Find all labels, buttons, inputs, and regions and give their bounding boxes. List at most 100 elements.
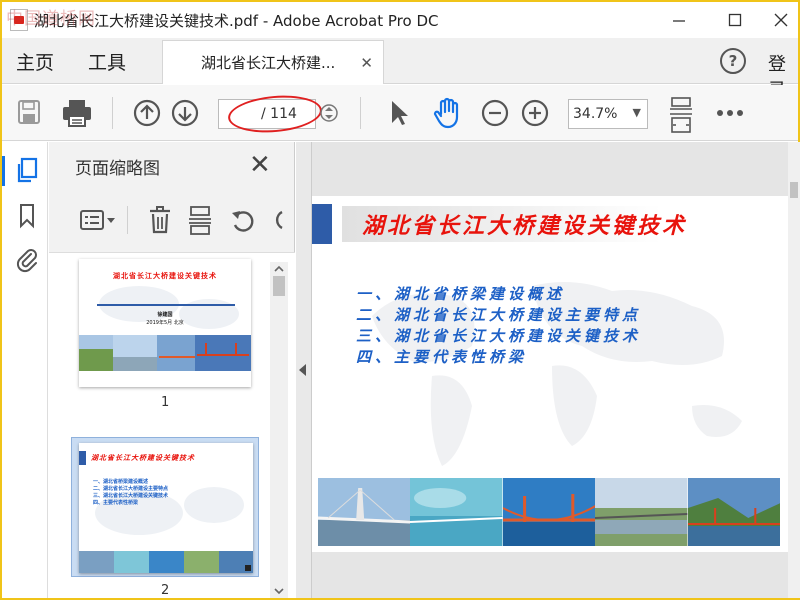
thumbnail-2-number: 2 (161, 583, 170, 598)
slide-bullets: 一、湖北省桥梁建设概述 二、湖北省长江大桥建设主要特点 三、湖北省长江大桥建设关… (356, 284, 641, 368)
thumbnail-panel: 页面缩略图 ✕ 湖北省长江大桥建设关键技术 徐建国 2019年5月 北京 1 湖… (49, 142, 295, 598)
page-thumbnail-2[interactable]: 湖北省长江大桥建设关键技术 一、湖北省桥梁建设概述 二、湖北省长江大桥建设主要特… (79, 443, 253, 573)
close-icon (774, 13, 788, 27)
slide-title-marker (312, 204, 332, 244)
thumb-2-item: 二、湖北省长江大桥建设主要特点 (93, 486, 169, 492)
slide-title: 湖北省长江大桥建设关键技术 (362, 213, 688, 239)
bookmarks-nav[interactable] (16, 202, 38, 230)
more-icon (717, 110, 743, 116)
select-tool-button[interactable] (386, 98, 412, 128)
thumb-2-item: 四、主要代表性桥梁 (93, 500, 139, 506)
zoom-out-button[interactable] (480, 98, 510, 128)
panel-close-icon[interactable]: ✕ (249, 150, 271, 180)
arrow-up-circle-icon (133, 99, 161, 127)
toolbar-separator (360, 97, 361, 129)
thumbnails-list: 湖北省长江大桥建设关键技术 徐建国 2019年5月 北京 1 湖北省长江大桥建设… (49, 252, 295, 598)
page-total: / 114 (261, 106, 297, 122)
save-icon (18, 100, 40, 124)
bridge-photo (502, 478, 596, 546)
bridge-photo (595, 478, 688, 546)
rotate-icon (232, 211, 254, 232)
extract-icon (189, 206, 211, 235)
document-tab-label: 湖北省长江大桥建... (201, 54, 336, 72)
document-scrollbar[interactable] (788, 142, 800, 598)
extract-page-button[interactable] (187, 204, 213, 236)
more-tools-button[interactable] (714, 103, 746, 123)
document-scrollbar-thumb[interactable] (790, 182, 798, 198)
page-number-box: / 114 (218, 99, 316, 129)
page-number-input[interactable] (223, 104, 257, 124)
thumb-2-item: 一、湖北省桥梁建设概述 (93, 479, 149, 485)
thumb-1-date: 2019年5月 北京 (146, 320, 184, 326)
zoom-in-button[interactable] (520, 98, 550, 128)
scrollbar-thumb[interactable] (273, 276, 285, 296)
attachments-nav[interactable] (14, 246, 40, 274)
tab-close-icon[interactable]: ✕ (360, 54, 373, 72)
bridge-photo (410, 478, 503, 546)
thumb-2-item: 三、湖北省长江大桥建设关键技术 (93, 493, 169, 499)
maximize-button[interactable] (722, 8, 748, 32)
menu-tools[interactable]: 工具 (88, 48, 126, 75)
thumbnail-options-button[interactable] (79, 206, 117, 234)
print-icon (63, 100, 91, 127)
panel-collapse-handle[interactable] (296, 142, 312, 598)
fit-page-icon (670, 97, 692, 133)
bookmark-icon (20, 204, 34, 229)
zoom-value: 34.7% (573, 106, 618, 122)
scroll-down-icon (274, 588, 284, 595)
collapse-arrow-icon (299, 364, 306, 376)
menu-home[interactable]: 主页 (16, 48, 54, 75)
thumbnail-1-number: 1 (161, 395, 170, 410)
cursor-icon (392, 101, 408, 125)
thumb-1-title: 湖北省长江大桥建设关键技术 (113, 271, 217, 280)
slide-page: 湖北省长江大桥建设关键技术 一、湖北省桥梁建设概述 二、湖北省长江大桥建设主要特… (312, 196, 788, 552)
panel-toolbar (71, 200, 285, 240)
zoom-select[interactable]: 34.7% ▼ (568, 99, 648, 129)
page-spinner[interactable] (320, 102, 338, 124)
zoom-out-icon (481, 99, 509, 127)
trash-icon (150, 206, 170, 234)
thumb-2-title: 湖北省长江大桥建设关键技术 (91, 453, 195, 462)
options-menu-icon (80, 210, 115, 230)
navigation-strip (2, 142, 48, 598)
page-thumbnails-nav[interactable] (14, 156, 40, 186)
close-window-button[interactable] (768, 8, 794, 32)
minimize-button[interactable] (666, 8, 692, 32)
pages-icon (17, 157, 38, 183)
rotate-page-button[interactable] (229, 206, 257, 234)
bridge-photo-strip (318, 478, 781, 546)
slide-bullet: 三、湖北省长江大桥建设关键技术 (356, 327, 642, 345)
panel-title: 页面缩略图 (75, 159, 160, 179)
previous-page-button[interactable] (132, 98, 162, 128)
fit-page-button[interactable] (666, 95, 696, 135)
document-tab[interactable]: 湖北省长江大桥建... ✕ (162, 40, 384, 84)
minimize-icon (673, 20, 685, 22)
save-button[interactable] (16, 97, 42, 127)
next-page-edge (312, 552, 788, 598)
acrobat-doc-icon (10, 9, 28, 31)
thumbnail-scrollbar[interactable] (270, 262, 288, 598)
arrow-down-circle-icon (171, 99, 199, 127)
bridge-photo (318, 478, 411, 546)
print-button[interactable] (60, 97, 94, 129)
maximize-icon (728, 13, 742, 27)
previous-page-edge (312, 142, 788, 196)
menu-bar: 主页 工具 湖北省长江大桥建... ✕ ? 登录 (2, 38, 798, 101)
toolbar: / 114 34.7% ▼ (2, 85, 798, 141)
slide-bullet: 二、湖北省长江大桥建设主要特点 (356, 306, 642, 324)
hand-tool-button[interactable] (430, 96, 464, 130)
help-icon[interactable]: ? (720, 48, 746, 74)
window-title: 湖北省长江大桥建设关键技术.pdf - Adobe Acrobat Pro DC (34, 11, 439, 30)
thumb-1-author: 徐建国 (157, 312, 173, 318)
bridge-photo (687, 478, 781, 546)
spinner-icon (320, 104, 338, 122)
rotate-clockwise-button[interactable] (269, 206, 285, 234)
thumb-2-items: 一、湖北省桥梁建设概述 二、湖北省长江大桥建设主要特点 三、湖北省长江大桥建设关… (93, 479, 168, 507)
slide-bullet: 一、湖北省桥梁建设概述 (356, 285, 566, 303)
active-indicator (2, 156, 5, 186)
paperclip-icon (16, 249, 37, 273)
next-page-button[interactable] (170, 98, 200, 128)
page-thumbnail-1[interactable]: 湖北省长江大桥建设关键技术 徐建国 2019年5月 北京 (79, 259, 251, 387)
panel-separator (127, 206, 128, 234)
delete-page-button[interactable] (147, 204, 173, 236)
